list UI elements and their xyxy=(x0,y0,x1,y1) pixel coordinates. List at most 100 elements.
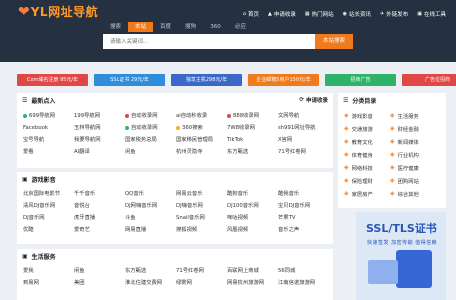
category-item[interactable]: ◈ 交通旅游 xyxy=(344,122,390,135)
promo-button[interactable]: SSL证书 29元/年 xyxy=(94,74,165,86)
site-link[interactable]: 888收录网 xyxy=(227,110,278,122)
site-link[interactable]: sh991网址导航 xyxy=(278,122,329,134)
site-link[interactable]: 斗鱼 xyxy=(125,212,176,224)
site-link[interactable]: 到易网 xyxy=(23,277,74,289)
site-link[interactable]: 美团 xyxy=(74,277,125,289)
nav-tools[interactable]: ▣ 在线工具 xyxy=(417,10,446,18)
category-item[interactable]: ◈ 网络科技 xyxy=(344,161,390,174)
site-link[interactable]: 江南信诺旅游网 xyxy=(278,277,329,289)
site-link[interactable]: Snail音乐网 xyxy=(176,212,227,224)
category-item[interactable]: ◈ 医疗健康 xyxy=(390,161,436,174)
site-link[interactable]: DJ100音乐网 xyxy=(227,200,278,212)
category-item[interactable]: ◈ 游戏影音 xyxy=(344,109,390,122)
site-link[interactable]: Facebook xyxy=(23,122,74,134)
site-link[interactable]: 199导航网 xyxy=(74,110,125,122)
site-link[interactable]: 酷我音乐 xyxy=(278,188,329,200)
site-link[interactable]: 杭州灵隐寺 xyxy=(176,146,227,158)
search-button[interactable]: 本站搜索 xyxy=(315,34,353,49)
category-item[interactable]: ◈ 新闻媒体 xyxy=(390,135,436,148)
site-link[interactable]: 71号红卷网 xyxy=(176,265,227,277)
category-item[interactable]: ◈ 财经金融 xyxy=(390,122,436,135)
promo-button[interactable]: Com域名注册 95元/年 xyxy=(17,74,88,86)
site-link[interactable]: ai自动秒收录 xyxy=(176,110,227,122)
nav-home[interactable]: ⌂ 首页 xyxy=(243,10,259,18)
site-link[interactable]: 音悦台 xyxy=(74,200,125,212)
search-tab-active[interactable]: 本站 xyxy=(128,22,153,32)
site-link[interactable]: 清风DJ音乐网 xyxy=(23,200,74,212)
category-item[interactable]: ◈ 保险理财 xyxy=(344,174,390,187)
site-link[interactable]: 淮北住建交费网 xyxy=(125,277,176,289)
category-item[interactable]: ◈ 家居房产 xyxy=(344,187,390,200)
site-link[interactable]: 宝号导航 xyxy=(23,134,74,146)
site-link[interactable]: 咪咕视频 xyxy=(227,212,278,224)
search-input[interactable] xyxy=(104,35,314,48)
promo-button[interactable]: 独享主机298元/年 xyxy=(171,74,242,86)
site-link[interactable]: DJ网嗨音乐网 xyxy=(125,200,176,212)
site-link[interactable]: 我要导航网 xyxy=(74,134,125,146)
site-link[interactable]: 自动收录网 xyxy=(125,110,176,122)
category-item[interactable]: ◈ 体育健身 xyxy=(344,148,390,161)
site-link[interactable]: 7W8收录网 xyxy=(227,122,278,134)
promo-button[interactable]: 企业邮箱5用户150元/年 xyxy=(248,74,319,86)
site-link[interactable]: 自动收录网 xyxy=(125,122,176,134)
site-link[interactable]: 爱我 xyxy=(23,265,74,277)
nav-news[interactable]: ◉ 站长资讯 xyxy=(343,10,371,18)
shield-icon xyxy=(396,250,432,288)
search-tab[interactable]: 百度 xyxy=(153,22,178,32)
site-logo[interactable]: ❤ YL网址导航 xyxy=(18,4,98,20)
site-link[interactable]: 酷狗音乐 xyxy=(227,188,278,200)
site-link[interactable]: 绿雾网 xyxy=(176,277,227,289)
site-link[interactable]: 风凰视频 xyxy=(227,224,278,236)
site-link[interactable]: 虎牙直播 xyxy=(74,212,125,224)
promo-button[interactable]: 招商广告 xyxy=(325,74,396,86)
site-link[interactable]: 699导航网 xyxy=(23,110,74,122)
logo-text: YL网址导航 xyxy=(30,5,99,19)
site-link[interactable]: 闲鱼 xyxy=(74,265,125,277)
site-link[interactable]: 国家移民管理局 xyxy=(176,134,227,146)
site-link[interactable]: DJ音乐网 xyxy=(23,212,74,224)
site-favicon-icon xyxy=(176,126,180,130)
site-link[interactable]: 网易杭州旅游网 xyxy=(227,277,278,289)
nav-hot[interactable]: ▦ 热门网站 xyxy=(305,10,334,18)
site-link[interactable]: 优酷 xyxy=(23,224,74,236)
site-link[interactable]: 闲鱼 xyxy=(125,146,176,158)
category-item[interactable]: ◈ 生活服务 xyxy=(390,109,436,122)
site-link[interactable]: QQ音乐 xyxy=(125,188,176,200)
site-link[interactable]: X官网 xyxy=(278,134,329,146)
site-link[interactable]: AI翻译 xyxy=(74,146,125,158)
site-link[interactable]: 东方甄选 xyxy=(125,265,176,277)
site-link[interactable]: 360搜索 xyxy=(176,122,227,134)
search-tab[interactable]: 搜狗 xyxy=(178,22,203,32)
site-link[interactable]: 56同城 xyxy=(278,265,329,277)
site-link[interactable]: 宝贝DJ音乐网 xyxy=(278,200,329,212)
site-link[interactable]: 百联网上商城 xyxy=(227,265,278,277)
site-link[interactable]: 网易云音乐 xyxy=(176,188,227,200)
site-link[interactable]: 国家税务总局 xyxy=(125,134,176,146)
site-link[interactable]: 玉林导航网 xyxy=(74,122,125,134)
category-item[interactable]: ◈ 教育文化 xyxy=(344,135,390,148)
site-link[interactable]: 爱奇艺 xyxy=(74,224,125,236)
promo-button[interactable]: 广告位招商 xyxy=(402,74,456,86)
search-tab[interactable]: 搜索 xyxy=(103,22,128,32)
search-tab[interactable]: 必应 xyxy=(228,22,253,32)
site-link[interactable]: 71号红卷网 xyxy=(278,146,329,158)
category-item[interactable]: ◈ 综合其他 xyxy=(390,187,436,200)
site-link[interactable]: 网易直播 xyxy=(125,224,176,236)
site-link[interactable]: 千千音乐 xyxy=(74,188,125,200)
site-link[interactable]: 北京国际电影节 xyxy=(23,188,74,200)
nav-submit[interactable]: ▲ 申请收录 xyxy=(268,10,296,18)
ssl-ad-banner[interactable]: SSL/TLS证书 快速签发 加密传输 值得信赖 xyxy=(356,212,446,300)
apply-link[interactable]: ⟳ 申请收录 xyxy=(299,93,328,107)
search-tab[interactable]: 360 xyxy=(203,22,228,32)
nav-links[interactable]: ✈ 外链发布 xyxy=(380,10,408,18)
site-link[interactable]: DJ嗨音乐网 xyxy=(176,200,227,212)
site-link[interactable]: 芒果TV xyxy=(278,212,329,224)
site-link[interactable]: 东方甄选 xyxy=(227,146,278,158)
site-link[interactable]: 文网导航 xyxy=(278,110,329,122)
site-link[interactable]: TikTok xyxy=(227,134,278,146)
site-link[interactable]: 搜狐视频 xyxy=(176,224,227,236)
site-link[interactable]: 爱看 xyxy=(23,146,74,158)
site-link[interactable]: 音乐之声 xyxy=(278,224,329,236)
category-item[interactable]: ◈ 团购网站 xyxy=(390,174,436,187)
category-item[interactable]: ◈ 行业机构 xyxy=(390,148,436,161)
